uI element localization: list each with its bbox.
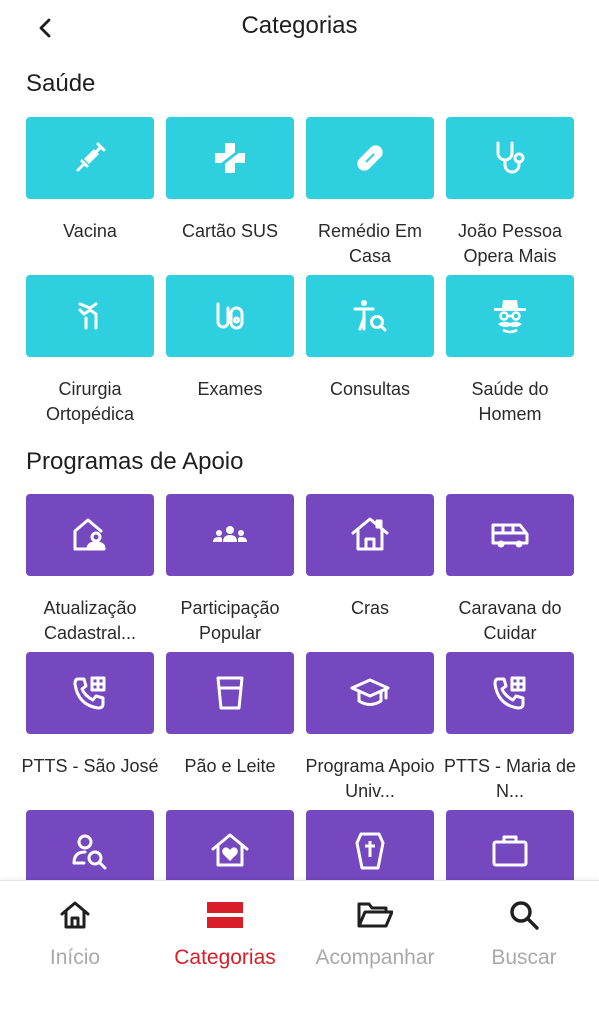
- categories-icon: [207, 899, 243, 931]
- category-label: Caravana do Cuidar: [458, 598, 562, 643]
- phone-grid-icon: [493, 676, 526, 710]
- category-label: Cirurgia Ortopédica: [45, 379, 135, 424]
- category-tile-box: [166, 652, 294, 734]
- category-label: Participação Popular: [180, 598, 280, 643]
- pill-icon: [357, 145, 383, 171]
- van-icon: [491, 523, 529, 548]
- category-label: Consultas: [329, 379, 411, 399]
- page-title: Categorias: [241, 12, 358, 39]
- categories-content[interactable]: Saúde Vacina Cartão SUS Remédio Em Casa …: [0, 56, 599, 880]
- category-cirurgia-ortopedica[interactable]: Cirurgia Ortopédica: [26, 275, 154, 433]
- house-user-icon: [73, 518, 106, 551]
- category-tile-box: [26, 652, 154, 734]
- category-tile-box: [306, 810, 434, 880]
- bottom-navigation: Início Categorias Acompanhar Buscar: [0, 880, 599, 1025]
- category-label: João Pessoa Opera Mais: [457, 221, 563, 266]
- category-label: PTTS - São José: [21, 756, 159, 776]
- stethoscope-icon: [496, 141, 525, 174]
- user-search-icon: [72, 834, 107, 870]
- category-joao-pessoa-opera-mais[interactable]: João Pessoa Opera Mais: [446, 117, 574, 275]
- category-coffin[interactable]: [306, 810, 434, 880]
- nav-inicio[interactable]: Início: [0, 881, 150, 991]
- category-consultas[interactable]: Consultas: [306, 275, 434, 433]
- category-cras[interactable]: Cras: [306, 494, 434, 652]
- category-tile-box: [26, 810, 154, 880]
- category-pao-e-leite[interactable]: Pão e Leite: [166, 652, 294, 810]
- section-title-programas-de-apoio: Programas de Apoio: [26, 448, 244, 475]
- nav-categorias[interactable]: Categorias: [150, 881, 300, 991]
- category-tile-box: [26, 494, 154, 576]
- category-vacina[interactable]: Vacina: [26, 117, 154, 275]
- syringe-icon: [76, 142, 106, 172]
- coffin-icon: [355, 832, 385, 870]
- saude-grid: Vacina Cartão SUS Remédio Em Casa João P…: [26, 117, 574, 433]
- category-label: Programa Apoio Univ...: [305, 756, 435, 801]
- category-label: PTTS - Maria de N...: [443, 756, 577, 801]
- category-tile-box: [446, 117, 574, 199]
- category-tile-box: [306, 275, 434, 357]
- search-icon: [508, 899, 540, 931]
- category-tile-box: [306, 494, 434, 576]
- category-ptts-sao-jose[interactable]: PTTS - São José: [21, 652, 159, 810]
- category-tile-box: [166, 275, 294, 357]
- briefcase-icon: [492, 835, 528, 867]
- category-remedio-em-casa[interactable]: Remédio Em Casa: [306, 117, 434, 275]
- graduation-cap-icon: [350, 678, 390, 706]
- home-icon: [59, 899, 91, 931]
- glass-icon: [216, 676, 244, 710]
- category-exames[interactable]: Exames: [166, 275, 294, 433]
- category-programa-apoio-universitario[interactable]: Programa Apoio Univ...: [305, 652, 435, 810]
- nav-label: Acompanhar: [315, 946, 435, 969]
- category-tile-box: [446, 275, 574, 357]
- category-tile-box: [26, 275, 154, 357]
- person-search-icon: [353, 300, 387, 332]
- nav-buscar[interactable]: Buscar: [449, 881, 599, 991]
- folder-open-icon: [357, 899, 393, 931]
- category-tile-box: [306, 652, 434, 734]
- category-user-search[interactable]: [26, 810, 154, 880]
- category-tile-box: [166, 117, 294, 199]
- category-atualizacao-cadastral[interactable]: Atualização Cadastral...: [26, 494, 154, 652]
- category-label: Cras: [350, 598, 389, 618]
- category-participacao-popular[interactable]: Participação Popular: [166, 494, 294, 652]
- category-label: Vacina: [63, 221, 117, 241]
- nav-label: Categorias: [174, 946, 276, 969]
- nav-label: Buscar: [491, 946, 557, 969]
- bone-joint-icon: [78, 302, 98, 330]
- category-house-heart[interactable]: [166, 810, 294, 880]
- category-briefcase[interactable]: [446, 810, 574, 880]
- phone-grid-icon: [73, 676, 106, 710]
- category-caravana-do-cuidar[interactable]: Caravana do Cuidar: [446, 494, 574, 652]
- man-hat-mustache-icon: [494, 300, 526, 334]
- category-tile-box: [446, 494, 574, 576]
- section-title-saude: Saúde: [26, 70, 96, 97]
- category-label: Remédio Em Casa: [317, 221, 423, 266]
- category-tile-box: [306, 117, 434, 199]
- house-heart-icon: [211, 833, 249, 867]
- category-label: Atualização Cadastral...: [43, 598, 137, 643]
- nav-label: Início: [49, 946, 101, 969]
- category-label: Pão e Leite: [184, 756, 276, 776]
- category-ptts-maria-de-n[interactable]: PTTS - Maria de N...: [444, 652, 576, 810]
- category-saude-do-homem[interactable]: Saúde do Homem: [446, 275, 574, 433]
- category-label: Exames: [197, 379, 263, 399]
- group-people-icon: [213, 526, 247, 542]
- category-cartao-sus[interactable]: Cartão SUS: [166, 117, 294, 275]
- house-icon: [351, 517, 389, 551]
- category-label: Saúde do Homem: [471, 379, 549, 424]
- apoio-grid: Atualização Cadastral... Participação Po…: [21, 494, 576, 880]
- category-tile-box: [166, 494, 294, 576]
- nav-acompanhar[interactable]: Acompanhar: [300, 881, 450, 991]
- app-header: Categorias: [0, 0, 599, 56]
- medical-cross-icon: [215, 143, 245, 173]
- lab-tube-icon: [216, 302, 244, 330]
- category-tile-box: [26, 117, 154, 199]
- category-tile-box: [166, 810, 294, 880]
- category-tile-box: [446, 810, 574, 880]
- category-tile-box: [446, 652, 574, 734]
- category-label: Cartão SUS: [181, 221, 279, 241]
